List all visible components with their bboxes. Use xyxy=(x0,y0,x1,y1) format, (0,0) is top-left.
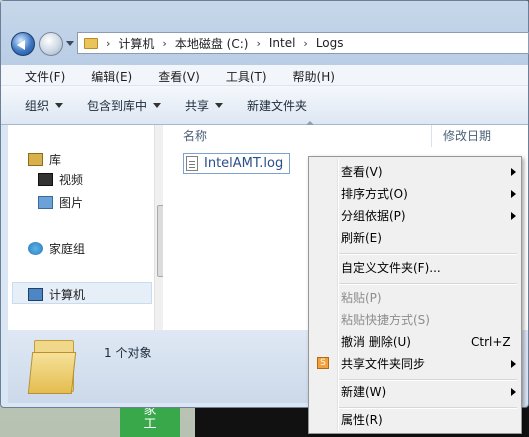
computer-icon xyxy=(28,288,43,301)
menu-help[interactable]: 帮助(H) xyxy=(293,65,343,85)
pictures-icon xyxy=(38,196,53,209)
ctx-sort[interactable]: 排序方式(O) xyxy=(341,183,516,205)
column-divider[interactable] xyxy=(431,125,432,147)
chevron-right-icon xyxy=(511,190,516,198)
ctx-group[interactable]: 分组依据(P) xyxy=(341,205,516,227)
chevron-down-icon xyxy=(153,102,162,108)
column-header-modified[interactable]: 修改日期 xyxy=(443,127,491,144)
chevron-right-icon xyxy=(511,212,516,220)
include-library-label: 包含到库中 xyxy=(87,98,148,113)
folder-icon xyxy=(84,37,98,49)
navigation-pane: 库 视频 图片 家庭组 计算机 xyxy=(8,125,170,330)
context-menu-gutter xyxy=(337,159,339,431)
chevron-right-icon[interactable]: › xyxy=(106,37,110,50)
menu-tools[interactable]: 工具(T) xyxy=(226,65,275,85)
ctx-view-label: 查看(V) xyxy=(341,165,383,179)
sort-ascending-icon xyxy=(306,121,314,125)
ctx-refresh-label: 刷新(E) xyxy=(341,231,382,245)
breadcrumb-local-disk[interactable]: 本地磁盘 (C:) xyxy=(175,35,249,52)
background-green-tile: 家 工 xyxy=(120,404,180,437)
ctx-share-sync[interactable]: 共享文件夹同步 xyxy=(341,353,516,375)
nav-label-video: 视频 xyxy=(59,173,84,187)
folder-icon xyxy=(27,338,77,394)
nav-item-computer[interactable]: 计算机 xyxy=(28,286,85,303)
nav-item-homegroup[interactable]: 家庭组 xyxy=(28,240,85,257)
new-folder-label: 新建文件夹 xyxy=(247,98,308,113)
forward-button[interactable] xyxy=(39,32,63,56)
file-item[interactable]: IntelAMT.log xyxy=(183,153,291,174)
ctx-group-label: 分组依据(P) xyxy=(341,209,406,223)
ctx-share-sync-label: 共享文件夹同步 xyxy=(341,357,426,371)
ctx-properties-label: 属性(R) xyxy=(341,413,383,427)
ctx-refresh[interactable]: 刷新(E) xyxy=(341,227,516,249)
ctx-new[interactable]: 新建(W) xyxy=(341,381,516,403)
ctx-paste-shortcut-label: 粘贴快捷方式(S) xyxy=(341,313,430,327)
breadcrumb-intel[interactable]: Intel xyxy=(269,36,296,50)
nav-item-video[interactable]: 视频 xyxy=(38,171,83,188)
nav-item-library[interactable]: 库 xyxy=(28,151,61,168)
homegroup-icon xyxy=(28,242,43,255)
nav-label-homegroup: 家庭组 xyxy=(49,242,86,256)
ctx-undo-shortcut: Ctrl+Z xyxy=(471,335,511,349)
recent-pages-dropdown[interactable] xyxy=(66,41,74,46)
ctx-customize-label: 自定义文件夹(F)... xyxy=(341,261,441,275)
new-folder-button[interactable]: 新建文件夹 xyxy=(247,97,307,114)
chevron-right-icon[interactable]: › xyxy=(303,37,307,50)
sharepoint-sync-icon: S xyxy=(317,357,329,369)
chevron-down-icon xyxy=(55,102,64,108)
back-button[interactable] xyxy=(11,32,35,56)
ctx-paste-label: 粘贴(P) xyxy=(341,291,382,305)
ctx-separator xyxy=(339,253,517,255)
include-in-library-button[interactable]: 包含到库中 xyxy=(87,97,162,114)
chevron-down-icon xyxy=(215,102,224,108)
chevron-right-icon xyxy=(511,360,516,368)
nav-item-pictures[interactable]: 图片 xyxy=(38,194,83,211)
menu-file[interactable]: 文件(F) xyxy=(25,65,73,85)
share-label: 共享 xyxy=(185,98,210,113)
menu-edit[interactable]: 编辑(E) xyxy=(91,65,140,85)
ctx-view[interactable]: 查看(V) xyxy=(341,161,516,183)
menu-bar: 文件(F) 编辑(E) 查看(V) 工具(T) 帮助(H) xyxy=(1,65,528,85)
ctx-paste[interactable]: 粘贴(P) xyxy=(341,287,516,309)
share-button[interactable]: 共享 xyxy=(185,97,224,114)
ctx-separator xyxy=(339,283,517,285)
ctx-undo-delete-label: 撤消 删除(U) xyxy=(341,335,411,349)
context-menu: 查看(V) 排序方式(O) 分组依据(P) 刷新(E) 自定义文件夹(F)...… xyxy=(308,156,522,434)
column-header-name[interactable]: 名称 xyxy=(183,127,207,144)
organize-button[interactable]: 组织 xyxy=(25,97,64,114)
chevron-right-icon xyxy=(511,168,516,176)
ctx-undo-delete[interactable]: 撤消 删除(U) Ctrl+Z xyxy=(341,331,516,353)
chevron-right-icon[interactable]: › xyxy=(162,37,166,50)
nav-label-pictures: 图片 xyxy=(59,196,84,210)
nav-label-library: 库 xyxy=(49,153,62,167)
title-bar: › 计算机 › 本地磁盘 (C:) › Intel › Logs xyxy=(1,1,529,65)
menu-view[interactable]: 查看(V) xyxy=(158,65,208,85)
nav-label-computer: 计算机 xyxy=(49,288,86,302)
ctx-properties[interactable]: 属性(R) xyxy=(341,409,516,431)
ctx-new-label: 新建(W) xyxy=(341,385,387,399)
address-bar[interactable]: › 计算机 › 本地磁盘 (C:) › Intel › Logs xyxy=(77,32,529,54)
file-name: IntelAMT.log xyxy=(204,156,284,171)
chevron-right-icon[interactable]: › xyxy=(256,37,260,50)
ctx-sort-label: 排序方式(O) xyxy=(341,187,408,201)
object-count: 1 个对象 xyxy=(104,346,152,360)
breadcrumb-computer[interactable]: 计算机 xyxy=(118,35,154,52)
chevron-right-icon xyxy=(511,388,516,396)
text-file-icon xyxy=(186,156,198,171)
video-icon xyxy=(38,173,53,186)
ctx-paste-shortcut[interactable]: 粘贴快捷方式(S) xyxy=(341,309,516,331)
organize-label: 组织 xyxy=(25,98,50,113)
breadcrumb-logs[interactable]: Logs xyxy=(316,36,344,50)
command-toolbar: 组织 包含到库中 共享 新建文件夹 xyxy=(1,86,528,125)
library-icon xyxy=(28,153,43,166)
ctx-customize[interactable]: 自定义文件夹(F)... xyxy=(341,257,516,279)
